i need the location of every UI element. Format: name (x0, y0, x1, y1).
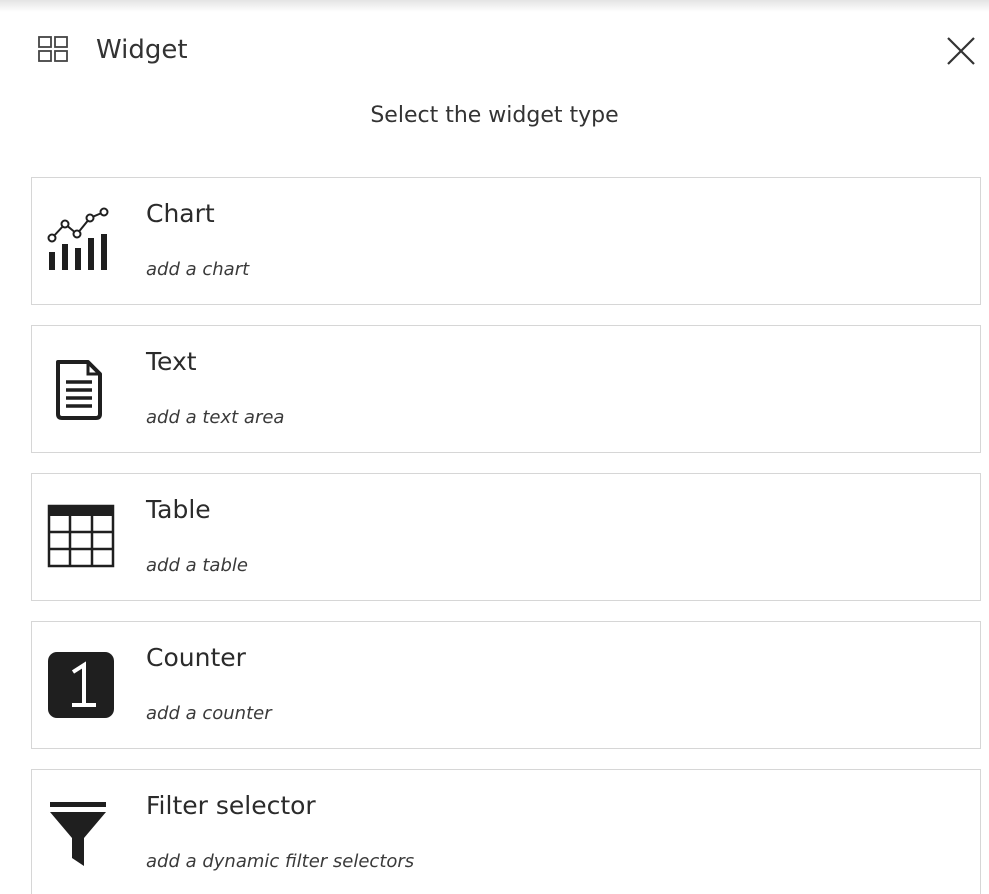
widget-option-title: Filter selector (146, 791, 316, 820)
chart-icon (47, 207, 109, 270)
widget-option-counter[interactable]: Counter add a counter (31, 621, 981, 749)
widget-option-title: Table (146, 495, 211, 524)
widget-option-title: Counter (146, 643, 246, 672)
panel-title: Widget (96, 35, 188, 65)
widget-option-description: add a chart (146, 259, 250, 280)
widget-option-title: Text (146, 347, 197, 376)
widget-option-table[interactable]: Table add a table (31, 473, 981, 601)
widget-option-title: Chart (146, 199, 215, 228)
widget-option-description: add a table (146, 555, 248, 576)
top-shadow (0, 0, 989, 12)
widget-option-text[interactable]: Text add a text area (31, 325, 981, 453)
counter-icon (48, 652, 114, 718)
table-icon (47, 504, 115, 568)
filter-icon (50, 802, 106, 866)
widget-option-description: add a counter (146, 703, 272, 724)
widget-option-description: add a dynamic filter selectors (146, 851, 415, 872)
widget-type-subtitle: Select the widget type (370, 103, 619, 128)
widget-option-filter-selector[interactable]: Filter selector add a dynamic filter sel… (31, 769, 981, 894)
widget-panel: Widget Select the widget type Chart add … (0, 0, 989, 894)
widget-grid-icon (38, 36, 68, 62)
close-icon[interactable] (944, 34, 978, 68)
text-document-icon (56, 360, 102, 420)
widget-option-description: add a text area (146, 407, 285, 428)
widget-option-chart[interactable]: Chart add a chart (31, 177, 981, 305)
panel-header: Widget (0, 26, 989, 78)
